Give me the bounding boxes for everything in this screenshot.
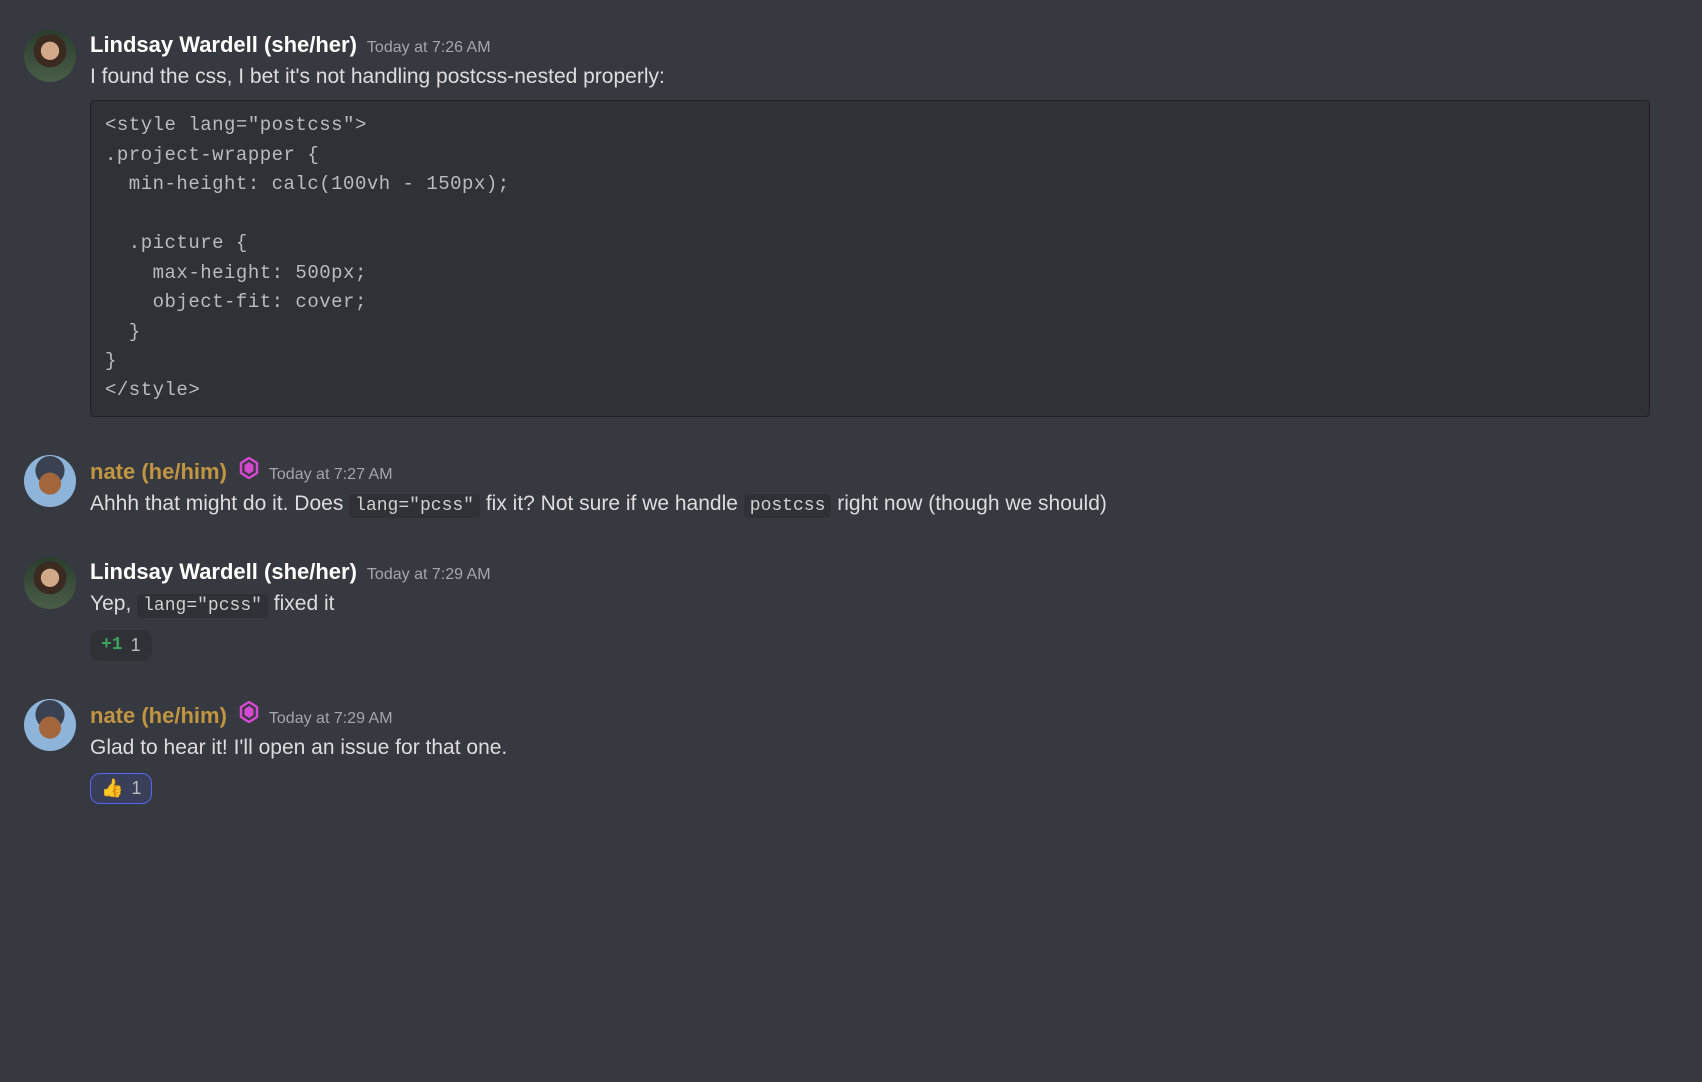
text-fragment: Yep,	[90, 592, 137, 615]
username[interactable]: nate (he/him)	[90, 459, 227, 485]
avatar[interactable]	[24, 455, 76, 507]
message-header: nate (he/him) Today at 7:29 AM	[90, 701, 1682, 729]
username[interactable]: Lindsay Wardell (she/her)	[90, 559, 357, 585]
message-content: Glad to hear it! I'll open an issue for …	[90, 733, 1682, 763]
message-content: I found the css, I bet it's not handling…	[90, 62, 1682, 92]
inline-code: lang="pcss"	[137, 594, 268, 618]
chat-message: Lindsay Wardell (she/her) Today at 7:29 …	[0, 549, 1702, 668]
message-header: nate (he/him) Today at 7:27 AM	[90, 457, 1682, 485]
inline-code: postcss	[744, 494, 832, 518]
chat-message: nate (he/him) Today at 7:27 AM Ahhh that…	[0, 447, 1702, 527]
chat-message: nate (he/him) Today at 7:29 AM Glad to h…	[0, 691, 1702, 812]
message-content: Yep, lang="pcss" fixed it	[90, 589, 1682, 619]
timestamp: Today at 7:29 AM	[269, 710, 393, 728]
timestamp: Today at 7:26 AM	[367, 39, 491, 57]
reactions-bar: +1 1	[90, 630, 1682, 661]
plus-one-icon: +1	[101, 635, 123, 655]
message-content: Ahhh that might do it. Does lang="pcss" …	[90, 489, 1682, 519]
reactions-bar: 👍 1	[90, 773, 1682, 804]
avatar[interactable]	[24, 557, 76, 609]
text-fragment: fix it? Not sure if we handle	[480, 492, 744, 515]
code-block[interactable]: <style lang="postcss"> .project-wrapper …	[90, 100, 1650, 416]
reaction-plus-one[interactable]: +1 1	[90, 630, 152, 661]
text-fragment: Ahhh that might do it. Does	[90, 492, 349, 515]
avatar[interactable]	[24, 699, 76, 751]
reaction-count: 1	[131, 635, 141, 656]
reaction-count: 1	[131, 778, 141, 799]
timestamp: Today at 7:27 AM	[269, 466, 393, 484]
reaction-thumbs-up[interactable]: 👍 1	[90, 773, 152, 804]
nitro-badge-icon	[239, 457, 259, 479]
username[interactable]: nate (he/him)	[90, 703, 227, 729]
username[interactable]: Lindsay Wardell (she/her)	[90, 32, 357, 58]
timestamp: Today at 7:29 AM	[367, 566, 491, 584]
inline-code: lang="pcss"	[349, 494, 480, 518]
text-fragment: fixed it	[268, 592, 335, 615]
message-header: Lindsay Wardell (she/her) Today at 7:26 …	[90, 32, 1682, 58]
text-fragment: right now (though we should)	[831, 492, 1107, 515]
message-header: Lindsay Wardell (she/her) Today at 7:29 …	[90, 559, 1682, 585]
thumbs-up-icon: 👍	[101, 778, 123, 799]
chat-message: Lindsay Wardell (she/her) Today at 7:26 …	[0, 22, 1702, 425]
nitro-badge-icon	[239, 701, 259, 723]
avatar[interactable]	[24, 30, 76, 82]
